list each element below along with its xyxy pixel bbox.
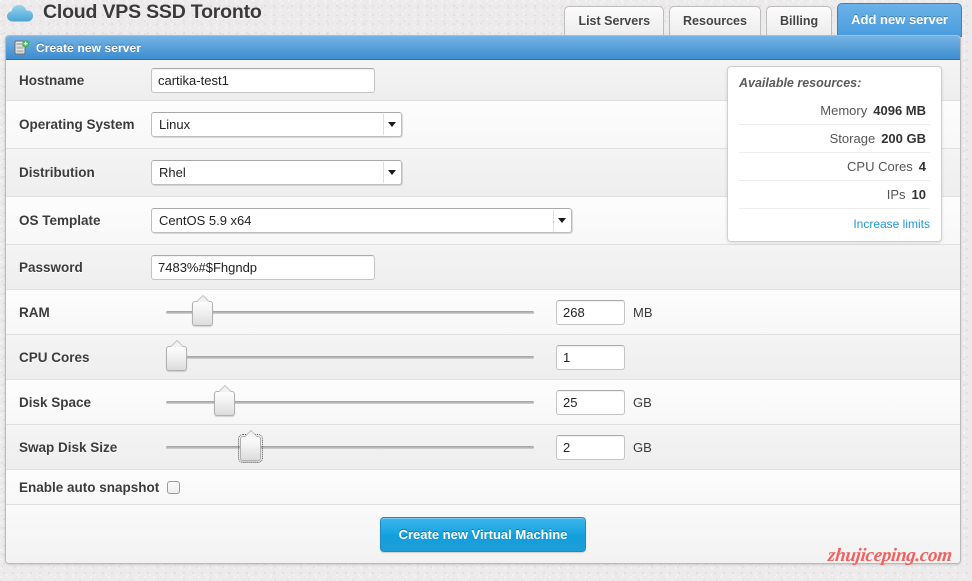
distribution-value: Rhel — [159, 165, 186, 180]
disk-space-unit: GB — [633, 394, 652, 410]
row-password: Password — [6, 245, 960, 290]
hostname-input[interactable] — [151, 67, 375, 93]
resource-value-memory: 4096 MB — [873, 103, 926, 118]
row-submit: Create new Virtual Machine — [6, 505, 960, 563]
resource-row-memory: Memory 4096 MB — [739, 97, 930, 124]
swap-disk-size-slider[interactable] — [166, 434, 534, 463]
auto-snapshot-checkbox[interactable] — [167, 480, 181, 494]
app-root: Cloud VPS SSD Toronto List Servers Resou… — [0, 0, 972, 581]
distribution-select[interactable]: Rhel — [151, 160, 402, 185]
disk-space-slider-thumb[interactable] — [213, 391, 235, 416]
resource-row-ips: IPs 10 — [739, 180, 930, 208]
os-template-value: CentOS 5.9 x64 — [159, 213, 252, 228]
label-ram: RAM — [19, 304, 50, 320]
label-password: Password — [19, 259, 83, 275]
row-cpu-cores: CPU Cores — [6, 335, 960, 380]
tab-billing[interactable]: Billing — [765, 6, 833, 37]
resource-value-cpu-cores: 4 — [918, 159, 926, 174]
cpu-cores-slider-thumb[interactable] — [166, 346, 187, 371]
swap-disk-size-slider-track — [166, 446, 534, 449]
tab-add-new-server[interactable]: Add new server — [837, 3, 962, 37]
panel-title: Create new server — [36, 40, 142, 55]
resource-label-memory: Memory — [820, 103, 868, 118]
panel-header: Create new server — [6, 36, 960, 60]
chevron-down-icon — [383, 114, 400, 135]
increase-limits-link[interactable]: Increase limits — [853, 217, 930, 231]
ram-slider[interactable] — [166, 300, 534, 326]
main-tabs: List Servers Resources Billing Add new s… — [564, 3, 962, 37]
tab-resources[interactable]: Resources — [669, 6, 761, 37]
operating-system-value: Linux — [159, 117, 191, 132]
os-template-select[interactable]: CentOS 5.9 x64 — [151, 208, 572, 233]
cpu-cores-value-input[interactable] — [556, 344, 625, 370]
row-auto-snapshot: Enable auto snapshot — [6, 470, 960, 505]
available-resources-title: Available resources: — [739, 76, 862, 90]
increase-limits-row: Increase limits — [739, 208, 930, 234]
label-os-template: OS Template — [19, 213, 101, 228]
cloud-icon — [6, 3, 34, 23]
server-add-icon — [14, 40, 29, 55]
ram-slider-track — [166, 311, 534, 314]
top-bar: Cloud VPS SSD Toronto List Servers Resou… — [0, 0, 972, 37]
resource-row-storage: Storage 200 GB — [739, 124, 930, 152]
disk-space-slider[interactable] — [166, 390, 534, 416]
available-resources-box: Available resources: Memory 4096 MB Stor… — [727, 66, 942, 242]
create-server-form: Available resources: Memory 4096 MB Stor… — [6, 60, 960, 563]
row-swap-disk-size: Swap Disk Size GB — [6, 425, 960, 470]
create-server-panel: Create new server Available resources: M… — [5, 35, 961, 564]
disk-space-value-input[interactable] — [556, 389, 625, 415]
ram-value-input[interactable] — [556, 299, 625, 325]
ram-unit: MB — [633, 304, 653, 320]
label-auto-snapshot: Enable auto snapshot — [19, 479, 160, 495]
tab-list-servers[interactable]: List Servers — [564, 6, 665, 37]
resource-value-storage: 200 GB — [881, 131, 926, 146]
brand: Cloud VPS SSD Toronto — [6, 1, 262, 24]
swap-disk-size-unit: GB — [633, 439, 652, 455]
label-distribution: Distribution — [19, 165, 95, 180]
brand-title: Cloud VPS SSD Toronto — [43, 1, 262, 23]
resource-label-storage: Storage — [829, 131, 876, 146]
operating-system-select[interactable]: Linux — [151, 112, 402, 137]
resource-value-ips: 10 — [911, 187, 926, 202]
cpu-cores-slider[interactable] — [166, 345, 534, 371]
label-cpu-cores: CPU Cores — [19, 349, 90, 365]
row-disk-space: Disk Space GB — [6, 380, 960, 425]
label-hostname: Hostname — [19, 72, 85, 88]
resource-label-cpu-cores: CPU Cores — [847, 159, 913, 174]
chevron-down-icon — [383, 162, 400, 183]
chevron-down-icon — [553, 210, 570, 231]
password-input[interactable] — [151, 254, 375, 280]
label-operating-system: Operating System — [19, 117, 135, 132]
label-swap-disk-size: Swap Disk Size — [19, 439, 118, 455]
row-ram: RAM MB — [6, 290, 960, 335]
ram-slider-thumb[interactable] — [191, 301, 213, 326]
swap-disk-size-slider-thumb[interactable] — [237, 434, 263, 463]
label-disk-space: Disk Space — [19, 394, 92, 410]
resource-row-cpu-cores: CPU Cores 4 — [739, 152, 930, 180]
cpu-cores-slider-track — [166, 356, 534, 359]
resource-label-ips: IPs — [886, 187, 906, 202]
swap-disk-size-value-input[interactable] — [556, 434, 625, 460]
create-virtual-machine-button[interactable]: Create new Virtual Machine — [379, 516, 587, 552]
